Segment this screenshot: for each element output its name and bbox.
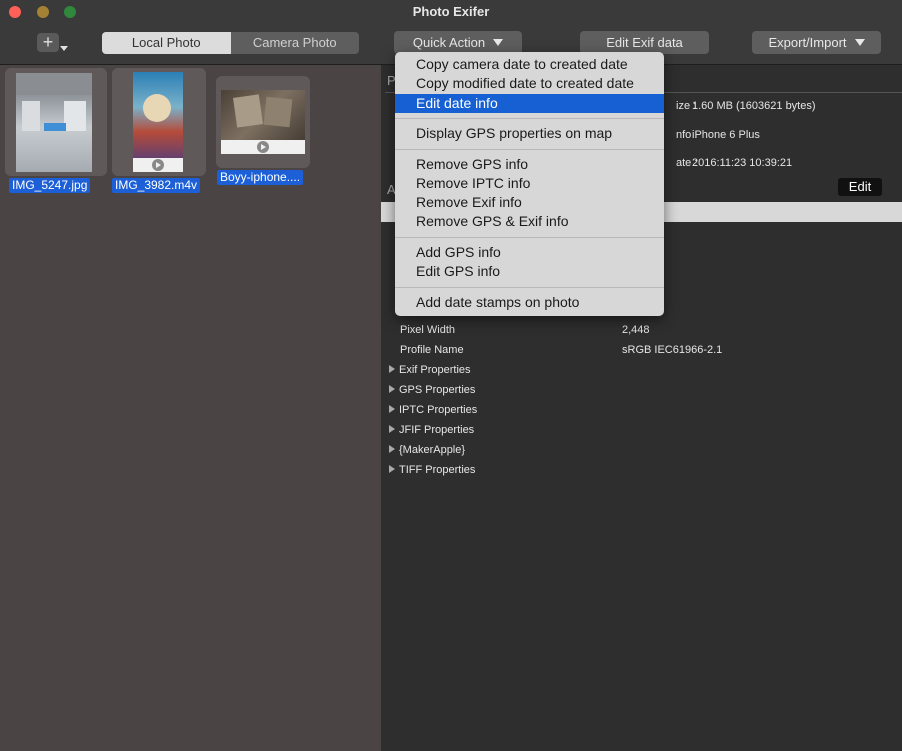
group-iptc-properties[interactable]: IPTC Properties [389,404,477,416]
menu-item-edit-gps[interactable]: Edit GPS info [395,262,664,281]
disclosure-triangle-icon[interactable] [389,465,395,473]
edit-button[interactable]: Edit [838,178,882,196]
file-tile-boyy-iphone[interactable] [216,76,310,168]
add-button[interactable]: + [37,33,59,52]
file-size-value: 1.60 MB (1603621 bytes) [692,100,816,112]
video-thumbnail [221,90,305,154]
group-makerapple[interactable]: {MakerApple} [389,444,465,456]
file-name-label[interactable]: Boyy-iphone.... [217,170,304,185]
disclosure-triangle-icon[interactable] [389,425,395,433]
group-exif-properties[interactable]: Exif Properties [389,364,471,376]
video-strip [221,140,305,154]
menu-item-edit-date-info[interactable]: Edit date info [395,94,664,113]
menu-separator [395,118,664,119]
video-strip [133,158,183,172]
window-title: Photo Exifer [412,4,490,19]
video-thumbnail [133,72,183,172]
tab-camera-photo[interactable]: Camera Photo [230,32,359,54]
app-window: Photo Exifer + Local Photo Camera Photo … [0,0,902,751]
group-label: IPTC Properties [399,404,478,416]
camera-value: iPhone 6 Plus [692,129,760,141]
quick-action-label: Quick Action [412,35,486,50]
group-jfif-properties[interactable]: JFIF Properties [389,424,474,436]
file-tile-img-5247[interactable] [5,68,107,176]
chevron-down-icon [854,39,865,46]
play-icon [152,159,164,171]
quick-action-button[interactable]: Quick Action [394,31,522,54]
file-tile-img-3982[interactable] [112,68,206,176]
menu-item-remove-gps[interactable]: Remove GPS info [395,155,664,174]
menu-item-remove-gps-exif[interactable]: Remove GPS & Exif info [395,212,664,231]
group-tiff-properties[interactable]: TIFF Properties [389,464,475,476]
disclosure-triangle-icon[interactable] [389,445,395,453]
group-label: TIFF Properties [399,464,476,476]
disclosure-triangle-icon[interactable] [389,385,395,393]
menu-item-add-gps[interactable]: Add GPS info [395,243,664,262]
add-dropdown-icon[interactable] [60,46,68,51]
photo-thumbnail [16,73,92,172]
menu-separator [395,149,664,150]
group-label: GPS Properties [399,384,476,396]
date-value: 2016:11:23 10:39:21 [692,157,793,169]
play-icon [257,141,269,153]
menu-item-copy-modified-date[interactable]: Copy modified date to created date [395,74,664,93]
source-segmented-control: Local Photo Camera Photo [102,32,359,54]
group-label: Exif Properties [399,364,471,376]
menu-item-display-gps-map[interactable]: Display GPS properties on map [395,124,664,143]
file-browser: IMG_5247.jpg IMG_3982.m4v Boyy-iphone...… [0,65,381,751]
chevron-down-icon [493,39,504,46]
menu-item-add-date-stamps[interactable]: Add date stamps on photo [395,293,664,312]
group-label: {MakerApple} [399,444,466,456]
tab-local-photo[interactable]: Local Photo [102,32,231,54]
property-value: sRGB IEC61966-2.1 [622,344,723,356]
quick-action-menu: Copy camera date to created date Copy mo… [395,52,664,316]
file-name-label[interactable]: IMG_3982.m4v [112,178,201,193]
edit-exif-button[interactable]: Edit Exif data [580,31,709,54]
group-gps-properties[interactable]: GPS Properties [389,384,475,396]
property-key: Pixel Width [400,324,456,336]
title-bar[interactable]: Photo Exifer [0,0,902,24]
disclosure-triangle-icon[interactable] [389,365,395,373]
export-import-label: Export/Import [768,35,847,50]
menu-item-copy-camera-date[interactable]: Copy camera date to created date [395,55,664,74]
menu-separator [395,237,664,238]
export-import-button[interactable]: Export/Import [752,31,881,54]
property-value: 2,448 [622,324,650,336]
property-key: Profile Name [400,344,464,356]
disclosure-triangle-icon[interactable] [389,405,395,413]
menu-item-remove-iptc[interactable]: Remove IPTC info [395,174,664,193]
menu-item-remove-exif[interactable]: Remove Exif info [395,193,664,212]
menu-separator [395,287,664,288]
file-name-label[interactable]: IMG_5247.jpg [9,178,91,193]
group-label: JFIF Properties [399,424,475,436]
